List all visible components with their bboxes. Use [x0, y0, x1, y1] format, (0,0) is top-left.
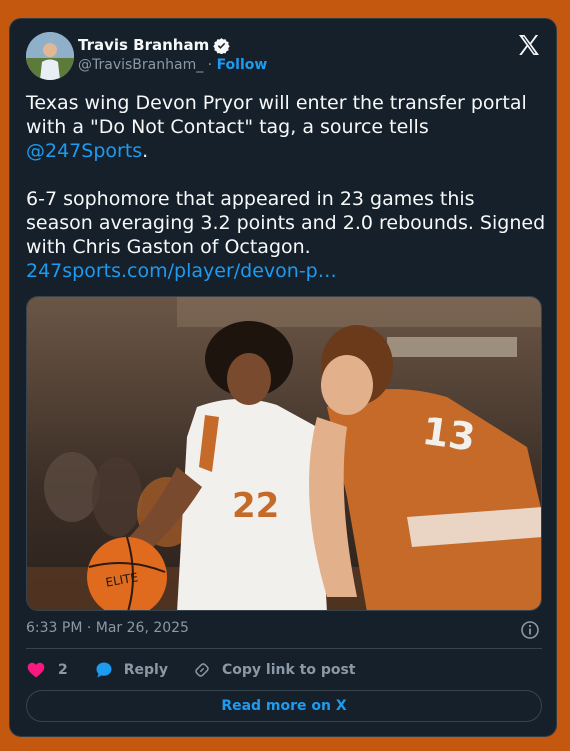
link-icon — [195, 663, 209, 677]
reply-bubble-icon — [96, 662, 112, 678]
jersey-number-right: 13 — [420, 409, 478, 460]
copy-link-label: Copy link to post — [221, 662, 356, 678]
info-icon[interactable] — [520, 620, 540, 640]
jersey-number-left: 22 — [232, 486, 279, 526]
handle-separator: · — [207, 57, 213, 73]
tweet-text: Texas wing Devon Pryor will enter the tr… — [26, 91, 546, 283]
tweet-text-line1: Texas wing Devon Pryor will enter the tr… — [26, 92, 527, 138]
divider — [26, 648, 542, 649]
like-count: 2 — [58, 662, 68, 678]
tweet-embed-card: Travis Branham @TravisBranham_ · Follow … — [9, 18, 557, 737]
author-handle[interactable]: @TravisBranham_ — [78, 57, 203, 73]
verified-badge-icon — [213, 37, 230, 54]
x-logo-icon[interactable] — [517, 33, 541, 57]
action-bar: 2 Reply Copy link to post — [26, 660, 356, 680]
svg-text:13: 13 — [420, 409, 478, 460]
article-link[interactable]: 247sports.com/player/devon-p… — [26, 259, 546, 283]
reply-label: Reply — [123, 662, 168, 678]
like-button[interactable]: 2 — [26, 660, 68, 680]
timestamp[interactable]: 6:33 PM · Mar 26, 2025 — [26, 620, 189, 636]
follow-button[interactable]: Follow — [217, 57, 268, 73]
mention-link[interactable]: @247Sports — [26, 140, 142, 162]
reply-button[interactable]: Reply — [94, 660, 168, 680]
copy-link-button[interactable]: Copy link to post — [192, 660, 356, 680]
tweet-photo[interactable]: 22 ELITE 13 — [26, 296, 542, 611]
tweet-text-line2: 6-7 sophomore that appeared in 23 games … — [26, 188, 546, 258]
author-name[interactable]: Travis Branham — [78, 36, 209, 54]
svg-text:22: 22 — [232, 486, 279, 526]
avatar[interactable] — [26, 32, 74, 80]
read-more-button[interactable]: Read more on X — [26, 690, 542, 722]
tweet-text-period: . — [142, 140, 149, 162]
heart-icon — [27, 662, 45, 678]
